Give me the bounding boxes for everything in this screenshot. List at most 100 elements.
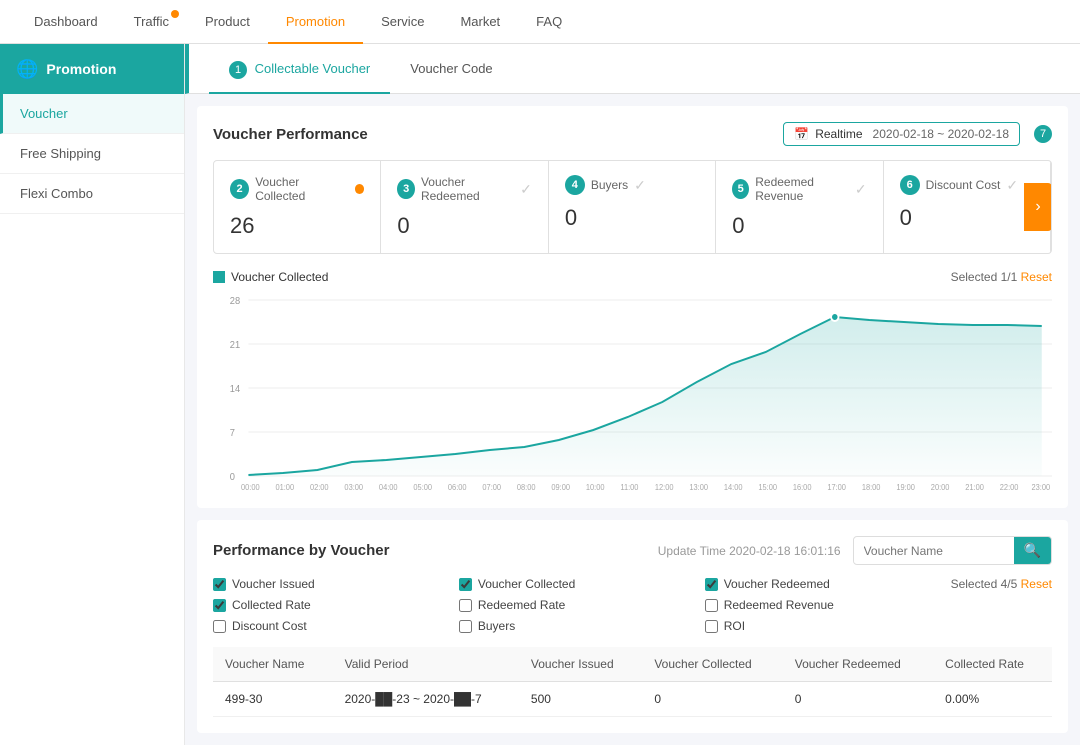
- svg-text:21: 21: [230, 340, 240, 351]
- update-time: Update Time 2020-02-18 16:01:16: [658, 544, 841, 558]
- check-icon-5: ✓: [855, 181, 867, 198]
- checkbox-roi-input[interactable]: [705, 620, 718, 633]
- metric-card-buyers: 4 Buyers ✓ 0: [549, 161, 716, 253]
- nav-market[interactable]: Market: [442, 0, 518, 44]
- realtime-label: Realtime: [815, 127, 862, 141]
- th-voucher-issued: Voucher Issued: [519, 647, 642, 682]
- arrow-right-button[interactable]: ›: [1024, 183, 1052, 231]
- nav-dashboard[interactable]: Dashboard: [16, 0, 116, 44]
- check-icon-4: ✓: [634, 177, 646, 194]
- svg-text:18:00: 18:00: [862, 483, 881, 492]
- main-content: 1 Collectable Voucher Voucher Code Vouch…: [185, 44, 1080, 745]
- checkbox-discount-cost-input[interactable]: [213, 620, 226, 633]
- checkbox-redeemed-rate: Redeemed Rate: [459, 598, 705, 612]
- svg-text:17:00: 17:00: [827, 483, 846, 492]
- td-voucher-issued: 500: [519, 682, 642, 717]
- checkbox-redeemed-rate-label: Redeemed Rate: [478, 598, 565, 612]
- metric-card-voucher-collected: 2 Voucher Collected 26: [214, 161, 381, 253]
- td-collected-rate: 0.00%: [933, 682, 1052, 717]
- svg-text:20:00: 20:00: [931, 483, 950, 492]
- metric-title-discount: Discount Cost: [926, 178, 1001, 192]
- search-box: 🔍: [853, 536, 1052, 565]
- performance-by-voucher-section: Performance by Voucher Update Time 2020-…: [197, 520, 1068, 733]
- metric-value-discount: 0: [900, 205, 1034, 231]
- legend-color: [213, 271, 225, 283]
- nav-product[interactable]: Product: [187, 0, 268, 44]
- nav-promotion[interactable]: Promotion: [268, 0, 363, 44]
- sidebar-header: 🌐 Promotion: [0, 44, 184, 94]
- metric-value-collected: 26: [230, 213, 364, 239]
- tab-collectable-label: Collectable Voucher: [255, 61, 371, 76]
- checkbox-voucher-redeemed: Voucher Redeemed: [705, 577, 951, 591]
- perf-voucher-header: Performance by Voucher Update Time 2020-…: [213, 536, 1052, 565]
- svg-text:0: 0: [230, 472, 235, 483]
- checkbox-redeemed-rate-input[interactable]: [459, 599, 472, 612]
- metric-value-buyers: 0: [565, 205, 699, 231]
- badge-2: 2: [230, 179, 249, 199]
- svg-text:14: 14: [230, 384, 241, 395]
- top-navigation: Dashboard Traffic Product Promotion Serv…: [0, 0, 1080, 44]
- sidebar: 🌐 Promotion Voucher Free Shipping Flexi …: [0, 44, 185, 745]
- calendar-icon: 📅: [794, 127, 809, 141]
- orange-dot: [355, 184, 365, 194]
- checkbox-buyers-input[interactable]: [459, 620, 472, 633]
- tab-bar: 1 Collectable Voucher Voucher Code: [185, 44, 1080, 94]
- checkbox-voucher-issued-input[interactable]: [213, 578, 226, 591]
- check-icon-3: ✓: [520, 181, 532, 198]
- badge-5: 5: [732, 179, 749, 199]
- svg-text:14:00: 14:00: [724, 483, 743, 492]
- metric-title-redeemed: Voucher Redeemed: [421, 175, 514, 203]
- checkbox-voucher-collected-input[interactable]: [459, 578, 472, 591]
- badge-4: 4: [565, 175, 585, 195]
- badge-7: 7: [1034, 125, 1052, 143]
- reset-link-2[interactable]: Reset: [1021, 577, 1052, 591]
- tab-collectable-voucher[interactable]: 1 Collectable Voucher: [209, 44, 390, 94]
- checkbox-voucher-redeemed-label: Voucher Redeemed: [724, 577, 830, 591]
- checkbox-voucher-redeemed-input[interactable]: [705, 578, 718, 591]
- sidebar-item-voucher[interactable]: Voucher: [0, 94, 184, 134]
- checkbox-collected-rate: Collected Rate: [213, 598, 459, 612]
- svg-text:09:00: 09:00: [551, 483, 570, 492]
- checkbox-redeemed-revenue-input[interactable]: [705, 599, 718, 612]
- tab-badge-1: 1: [229, 61, 247, 79]
- selected-info: Selected 4/5 Reset: [951, 577, 1052, 591]
- th-valid-period: Valid Period: [333, 647, 519, 682]
- svg-text:13:00: 13:00: [689, 483, 708, 492]
- selected-count: Selected 4/5: [951, 577, 1018, 591]
- table-header-row: Voucher Name Valid Period Voucher Issued…: [213, 647, 1052, 682]
- nav-service[interactable]: Service: [363, 0, 442, 44]
- checkbox-discount-cost: Discount Cost: [213, 619, 459, 633]
- sidebar-item-flexi-combo[interactable]: Flexi Combo: [0, 174, 184, 214]
- traffic-dot: [171, 10, 179, 18]
- perf-voucher-title: Performance by Voucher: [213, 542, 389, 559]
- svg-text:15:00: 15:00: [758, 483, 777, 492]
- sidebar-item-free-shipping[interactable]: Free Shipping: [0, 134, 184, 174]
- metric-value-revenue: 0: [732, 213, 866, 239]
- voucher-search-input[interactable]: [854, 539, 1014, 563]
- perf-header: Voucher Performance 📅 Realtime 2020-02-1…: [213, 122, 1052, 146]
- checkbox-redeemed-revenue-label: Redeemed Revenue: [724, 598, 834, 612]
- tab-voucher-code[interactable]: Voucher Code: [390, 44, 512, 94]
- td-voucher-name: 499-30: [213, 682, 333, 717]
- reset-link[interactable]: Reset: [1021, 270, 1052, 284]
- sidebar-title: Promotion: [46, 61, 116, 77]
- svg-text:03:00: 03:00: [344, 483, 363, 492]
- voucher-table: Voucher Name Valid Period Voucher Issued…: [213, 647, 1052, 717]
- metric-title-revenue: Redeemed Revenue: [755, 175, 849, 203]
- th-voucher-collected: Voucher Collected: [642, 647, 782, 682]
- voucher-performance-section: Voucher Performance 📅 Realtime 2020-02-1…: [197, 106, 1068, 508]
- nav-traffic[interactable]: Traffic: [116, 0, 187, 44]
- td-voucher-redeemed: 0: [783, 682, 933, 717]
- nav-faq[interactable]: FAQ: [518, 0, 580, 44]
- checkbox-roi: ROI: [705, 619, 951, 633]
- date-range-button[interactable]: 📅 Realtime 2020-02-18 ~ 2020-02-18: [783, 122, 1020, 146]
- checkbox-collected-rate-input[interactable]: [213, 599, 226, 612]
- svg-text:10:00: 10:00: [586, 483, 605, 492]
- chart-area: Voucher Collected Selected 1/1 Reset 28 …: [213, 270, 1052, 492]
- badge-3: 3: [397, 179, 415, 199]
- search-button[interactable]: 🔍: [1014, 537, 1051, 564]
- chart-container: 28 21 14 7 0: [213, 292, 1052, 492]
- checkbox-redeemed-revenue: Redeemed Revenue: [705, 598, 951, 612]
- metric-card-voucher-redeemed: 3 Voucher Redeemed ✓ 0: [381, 161, 548, 253]
- svg-text:01:00: 01:00: [275, 483, 294, 492]
